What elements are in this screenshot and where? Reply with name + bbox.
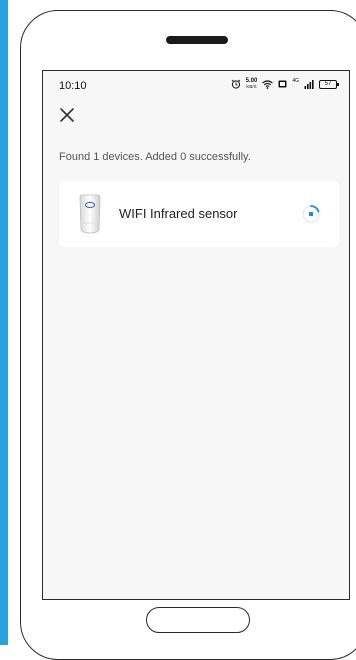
network-speed: 5.00 KB/S xyxy=(246,78,258,90)
loading-spinner-icon xyxy=(301,204,321,224)
wifi-icon xyxy=(262,79,274,89)
scan-result-message: Found 1 devices. Added 0 successfully. xyxy=(59,151,251,163)
alarm-icon xyxy=(231,79,241,89)
phone-speaker xyxy=(166,36,228,44)
hd-icon xyxy=(278,80,287,88)
battery-level: 57 xyxy=(324,80,332,87)
close-button[interactable] xyxy=(57,105,77,125)
battery-icon: 57 xyxy=(319,79,339,89)
close-icon xyxy=(60,108,74,122)
home-button[interactable] xyxy=(146,607,250,633)
status-icons: 5.00 KB/S 4G 57 xyxy=(231,77,339,90)
phone-screen: 10:10 5.00 KB/S 4G 57 Found 1 devices. A… xyxy=(42,70,350,600)
status-bar: 10:10 5.00 KB/S 4G 57 xyxy=(43,71,349,101)
left-accent-strip xyxy=(0,0,8,645)
signal-icon xyxy=(304,79,314,89)
network-type-label: 4G xyxy=(292,77,299,84)
status-time: 10:10 xyxy=(59,80,87,92)
infrared-sensor-icon xyxy=(77,193,103,235)
device-card[interactable]: WIFI Infrared sensor xyxy=(59,181,339,247)
network-speed-unit: KB/S xyxy=(246,84,257,89)
device-name: WIFI Infrared sensor xyxy=(119,206,238,221)
